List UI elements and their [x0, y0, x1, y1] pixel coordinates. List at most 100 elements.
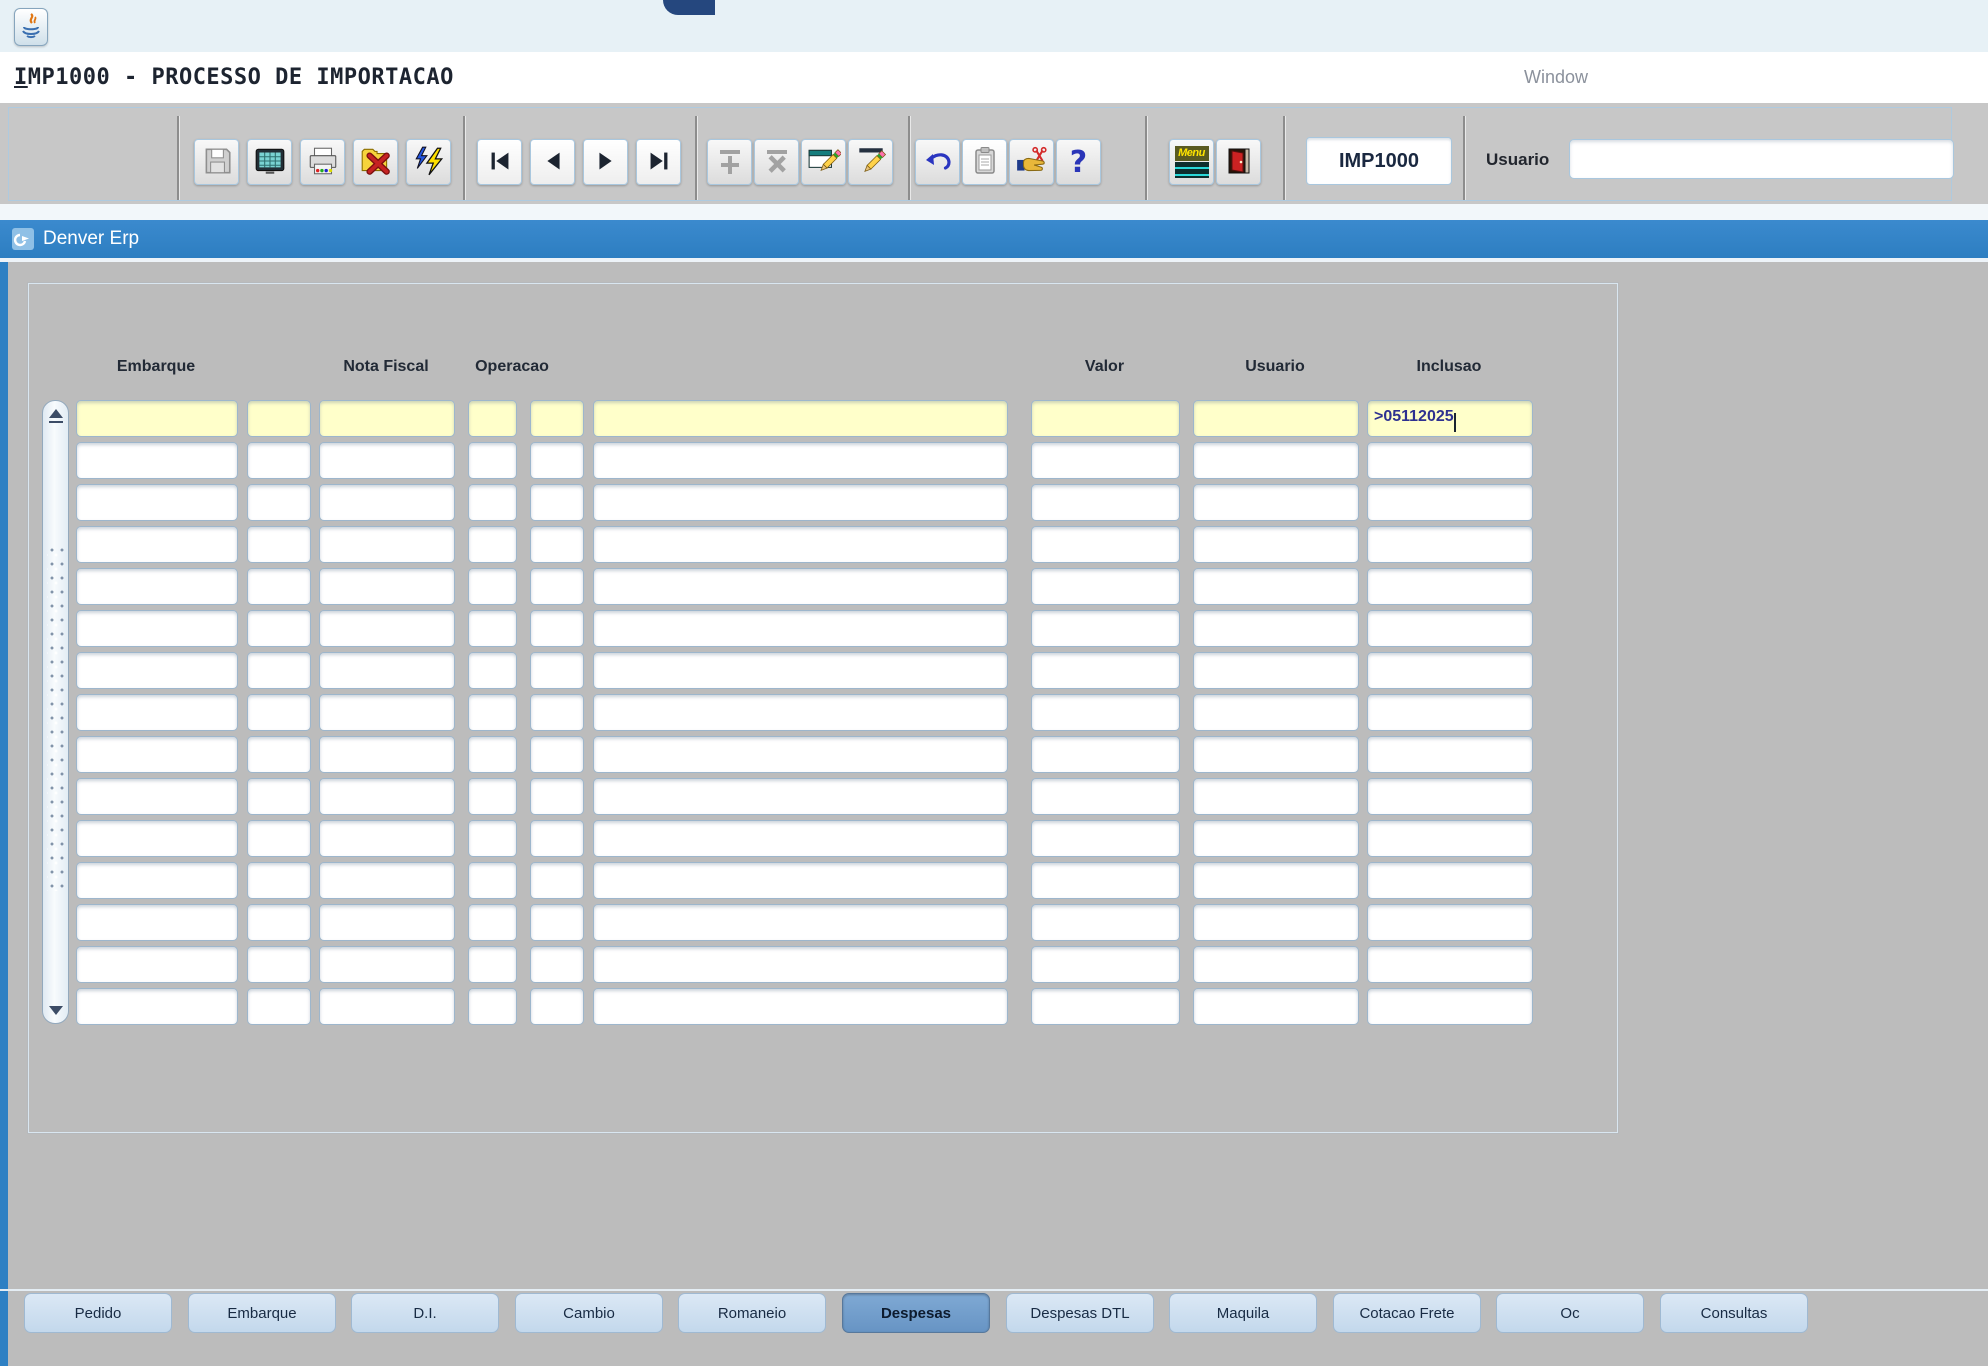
grid-cell[interactable]: [468, 568, 517, 605]
grid-cell[interactable]: [468, 904, 517, 941]
tab-pedido[interactable]: Pedido: [24, 1293, 172, 1333]
grid-cell[interactable]: [319, 568, 455, 605]
screen-button[interactable]: [247, 139, 292, 185]
grid-cell[interactable]: [1367, 988, 1533, 1025]
grid-cell[interactable]: [1193, 694, 1359, 731]
grid-cell[interactable]: [319, 988, 455, 1025]
grid-cell[interactable]: [247, 820, 311, 857]
grid-cell[interactable]: [593, 442, 1008, 479]
grid-cell[interactable]: [530, 484, 584, 521]
grid-cell[interactable]: [468, 484, 517, 521]
grid-cell[interactable]: [530, 442, 584, 479]
grid-cell[interactable]: [1031, 988, 1180, 1025]
grid-cell[interactable]: [76, 862, 238, 899]
grid-cell[interactable]: [468, 694, 517, 731]
module-code-field[interactable]: IMP1000: [1306, 137, 1452, 185]
grid-cell[interactable]: [1367, 736, 1533, 773]
grid-cell[interactable]: [530, 778, 584, 815]
grid-cell[interactable]: [319, 526, 455, 563]
grid-cell[interactable]: [1193, 484, 1359, 521]
grid-cell[interactable]: [1367, 904, 1533, 941]
grid-cell[interactable]: [1193, 568, 1359, 605]
grid-cell[interactable]: [1193, 778, 1359, 815]
grid-cell[interactable]: [76, 610, 238, 647]
grid-cell[interactable]: [1031, 778, 1180, 815]
grid-cell[interactable]: [593, 526, 1008, 563]
grid-cell[interactable]: [319, 736, 455, 773]
grid-cell[interactable]: [76, 988, 238, 1025]
grid-cell[interactable]: [319, 400, 455, 437]
grid-cell[interactable]: [1193, 736, 1359, 773]
previous-record-button[interactable]: [530, 139, 575, 185]
grid-cell[interactable]: [468, 778, 517, 815]
grid-cell[interactable]: [1367, 946, 1533, 983]
grid-cell[interactable]: [1193, 442, 1359, 479]
grid-cell[interactable]: [319, 442, 455, 479]
grid-cell[interactable]: [319, 862, 455, 899]
grid-cell[interactable]: [76, 526, 238, 563]
grid-cell[interactable]: [593, 988, 1008, 1025]
tab-consultas[interactable]: Consultas: [1660, 1293, 1808, 1333]
grid-cell[interactable]: [593, 820, 1008, 857]
grid-cell[interactable]: [468, 652, 517, 689]
grid-cell[interactable]: [593, 736, 1008, 773]
grid-cell[interactable]: [593, 652, 1008, 689]
execute-query-button[interactable]: [848, 139, 893, 185]
hand-scissors-button[interactable]: [1009, 139, 1054, 185]
grid-cell[interactable]: [1031, 736, 1180, 773]
window-titlebar[interactable]: Denver Erp: [0, 220, 1988, 258]
tab-cambio[interactable]: Cambio: [515, 1293, 663, 1333]
menu-item-window[interactable]: Window: [1496, 52, 1616, 103]
grid-cell[interactable]: [319, 904, 455, 941]
grid-cell[interactable]: [530, 820, 584, 857]
grid-cell[interactable]: [1193, 988, 1359, 1025]
tab-cotacao-frete[interactable]: Cotacao Frete: [1333, 1293, 1481, 1333]
grid-cell[interactable]: [1031, 442, 1180, 479]
grid-cell[interactable]: [247, 400, 311, 437]
grid-cell[interactable]: [247, 904, 311, 941]
grid-cell[interactable]: [593, 694, 1008, 731]
grid-cell[interactable]: [530, 400, 584, 437]
grid-cell[interactable]: [1367, 862, 1533, 899]
clipboard-button[interactable]: [962, 139, 1007, 185]
grid-cell[interactable]: [247, 694, 311, 731]
print-button[interactable]: [300, 139, 345, 185]
grid-cell[interactable]: [468, 862, 517, 899]
grid-cell[interactable]: [247, 652, 311, 689]
grid-cell[interactable]: [247, 526, 311, 563]
grid-cell[interactable]: >05112025: [1367, 400, 1533, 437]
grid-cell[interactable]: [593, 904, 1008, 941]
tab-maquila[interactable]: Maquila: [1169, 1293, 1317, 1333]
grid-cell[interactable]: [319, 610, 455, 647]
next-record-button[interactable]: [583, 139, 628, 185]
grid-cell[interactable]: [468, 946, 517, 983]
grid-cell[interactable]: [319, 484, 455, 521]
grid-cell[interactable]: [76, 694, 238, 731]
grid-cell[interactable]: [1031, 820, 1180, 857]
grid-cell[interactable]: [1193, 946, 1359, 983]
grid-cell[interactable]: [247, 988, 311, 1025]
grid-cell[interactable]: [468, 820, 517, 857]
grid-cell[interactable]: [247, 736, 311, 773]
grid-cell[interactable]: [1031, 862, 1180, 899]
grid-cell[interactable]: [1193, 862, 1359, 899]
usuario-input[interactable]: [1569, 139, 1954, 179]
grid-cell[interactable]: [1367, 610, 1533, 647]
grid-cell[interactable]: [1367, 484, 1533, 521]
grid-cell[interactable]: [468, 736, 517, 773]
grid-cell[interactable]: [76, 400, 238, 437]
grid-cell[interactable]: [593, 778, 1008, 815]
grid-cell[interactable]: [319, 778, 455, 815]
grid-cell[interactable]: [76, 442, 238, 479]
grid-cell[interactable]: [593, 610, 1008, 647]
grid-cell[interactable]: [530, 652, 584, 689]
grid-cell[interactable]: [1031, 400, 1180, 437]
grid-cell[interactable]: [1031, 904, 1180, 941]
grid-cell[interactable]: [1031, 610, 1180, 647]
grid-cell[interactable]: [1367, 442, 1533, 479]
grid-cell[interactable]: [1367, 652, 1533, 689]
grid-cell[interactable]: [1367, 778, 1533, 815]
grid-cell[interactable]: [1193, 820, 1359, 857]
tab-d-i-[interactable]: D.I.: [351, 1293, 499, 1333]
grid-cell[interactable]: [1193, 400, 1359, 437]
